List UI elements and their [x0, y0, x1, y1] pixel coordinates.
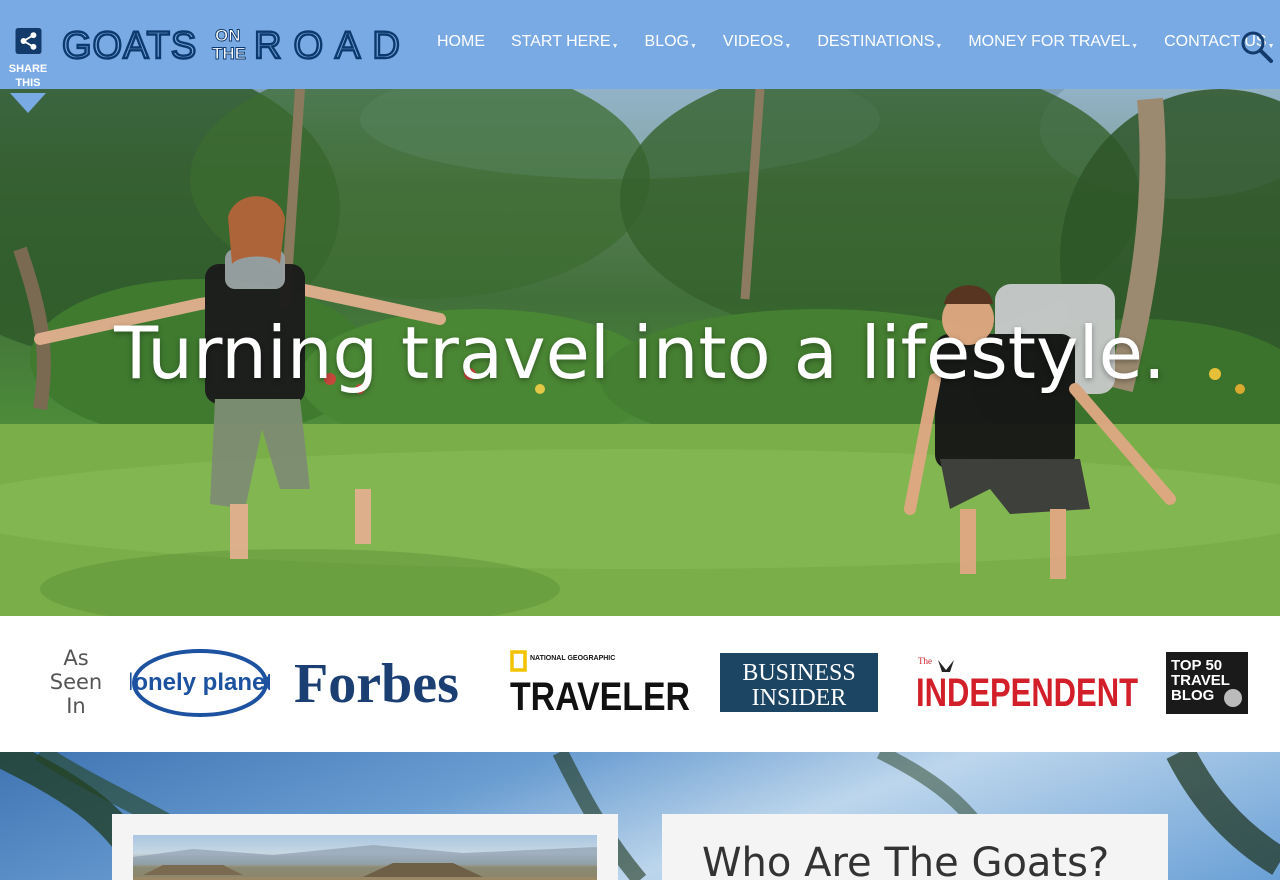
- ruins-illustration: [133, 845, 597, 880]
- share-pointer: [10, 93, 46, 113]
- nav-item-videos[interactable]: VIDEOS ▼: [723, 33, 791, 55]
- as-seen-word: Seen: [49, 670, 103, 694]
- nav-label: VIDEOS: [722, 33, 784, 50]
- who-are-the-goats-card: Who Are The Goats?: [662, 814, 1168, 880]
- top50-line3: BLOG: [1171, 687, 1214, 704]
- ruins-photo: [133, 835, 597, 880]
- nav-label: MONEY FOR TRAVEL: [968, 33, 1131, 50]
- nav-item-destinations[interactable]: DESTINATIONS ▼: [817, 33, 942, 55]
- section-title: Who Are The Goats?: [702, 840, 1110, 880]
- chevron-down-icon: ▼: [935, 43, 943, 50]
- as-seen-word: In: [66, 694, 86, 718]
- share-label-line1: SHARE: [8, 63, 48, 75]
- main-navigation: HOME START HERE ▼ BLOG ▼ VIDEOS ▼ DESTIN…: [437, 33, 1280, 55]
- nav-item-start-here[interactable]: START HERE ▼: [511, 33, 619, 55]
- logo-word-road: ROAD: [254, 25, 407, 64]
- independent-the-text: The: [918, 656, 932, 666]
- natgeo-small-text: NATIONAL GEOGRAPHIC: [530, 655, 615, 662]
- logo-word-goats: GOATS: [62, 25, 197, 64]
- independent-text: INDEPENDENT: [916, 671, 1138, 710]
- featured-image-card[interactable]: [112, 814, 618, 880]
- national-geographic-traveler-logo: NATIONAL GEOGRAPHIC TRAVELER: [510, 650, 690, 714]
- hero-banner: Turning travel into a lifestyle.: [0, 89, 1280, 616]
- about-section: Who Are The Goats?: [0, 752, 1280, 880]
- nav-label: START HERE: [511, 33, 611, 50]
- site-logo[interactable]: GOATS ON THE ROAD: [62, 24, 407, 64]
- share-label-line2: THIS: [15, 77, 41, 89]
- forbes-text: Forbes: [294, 653, 459, 714]
- share-icon: [15, 28, 41, 54]
- nav-label: HOME: [437, 33, 485, 50]
- share-this-button[interactable]: SHARE THIS: [0, 0, 56, 90]
- forbes-logo: Forbes: [294, 653, 459, 714]
- share-label: SHARE THIS: [9, 62, 48, 90]
- natgeo-traveler-text: TRAVELER: [510, 675, 690, 714]
- nav-label: DESTINATIONS: [817, 33, 935, 50]
- top-50-travel-blog-badge: TOP 50 TRAVEL BLOG: [1166, 652, 1248, 714]
- chevron-down-icon: ▼: [611, 43, 619, 50]
- nav-label: BLOG: [644, 33, 689, 50]
- as-seen-in-label: As Seen In: [42, 646, 110, 718]
- logo-word-the: THE: [212, 44, 246, 63]
- the-independent-logo: The INDEPENDENT: [916, 656, 1138, 710]
- chevron-down-icon: ▼: [1131, 43, 1139, 50]
- business-insider-line1: BUSINESS: [742, 660, 855, 686]
- business-insider-logo: BUSINESS INSIDER: [720, 653, 878, 712]
- hero-headline: Turning travel into a lifestyle.: [114, 311, 1166, 395]
- search-icon[interactable]: [1240, 30, 1274, 64]
- site-header: SHARE THIS GOATS ON THE ROAD HOME START …: [0, 0, 1280, 113]
- business-insider-line2: INSIDER: [752, 685, 847, 711]
- as-seen-in-bar: As Seen In lonely planet Forbes NATIONAL…: [0, 616, 1280, 752]
- nav-item-blog[interactable]: BLOG ▼: [645, 33, 697, 55]
- chevron-down-icon: ▼: [689, 43, 697, 50]
- lonely-planet-logo: lonely planet: [130, 649, 270, 717]
- logo-word-on: ON: [215, 26, 241, 45]
- nav-item-home[interactable]: HOME: [437, 33, 485, 55]
- lonely-planet-text: lonely planet: [130, 669, 270, 696]
- nav-item-money-for-travel[interactable]: MONEY FOR TRAVEL ▼: [968, 33, 1138, 55]
- as-seen-word: As: [63, 646, 89, 670]
- chevron-down-icon: ▼: [784, 43, 792, 50]
